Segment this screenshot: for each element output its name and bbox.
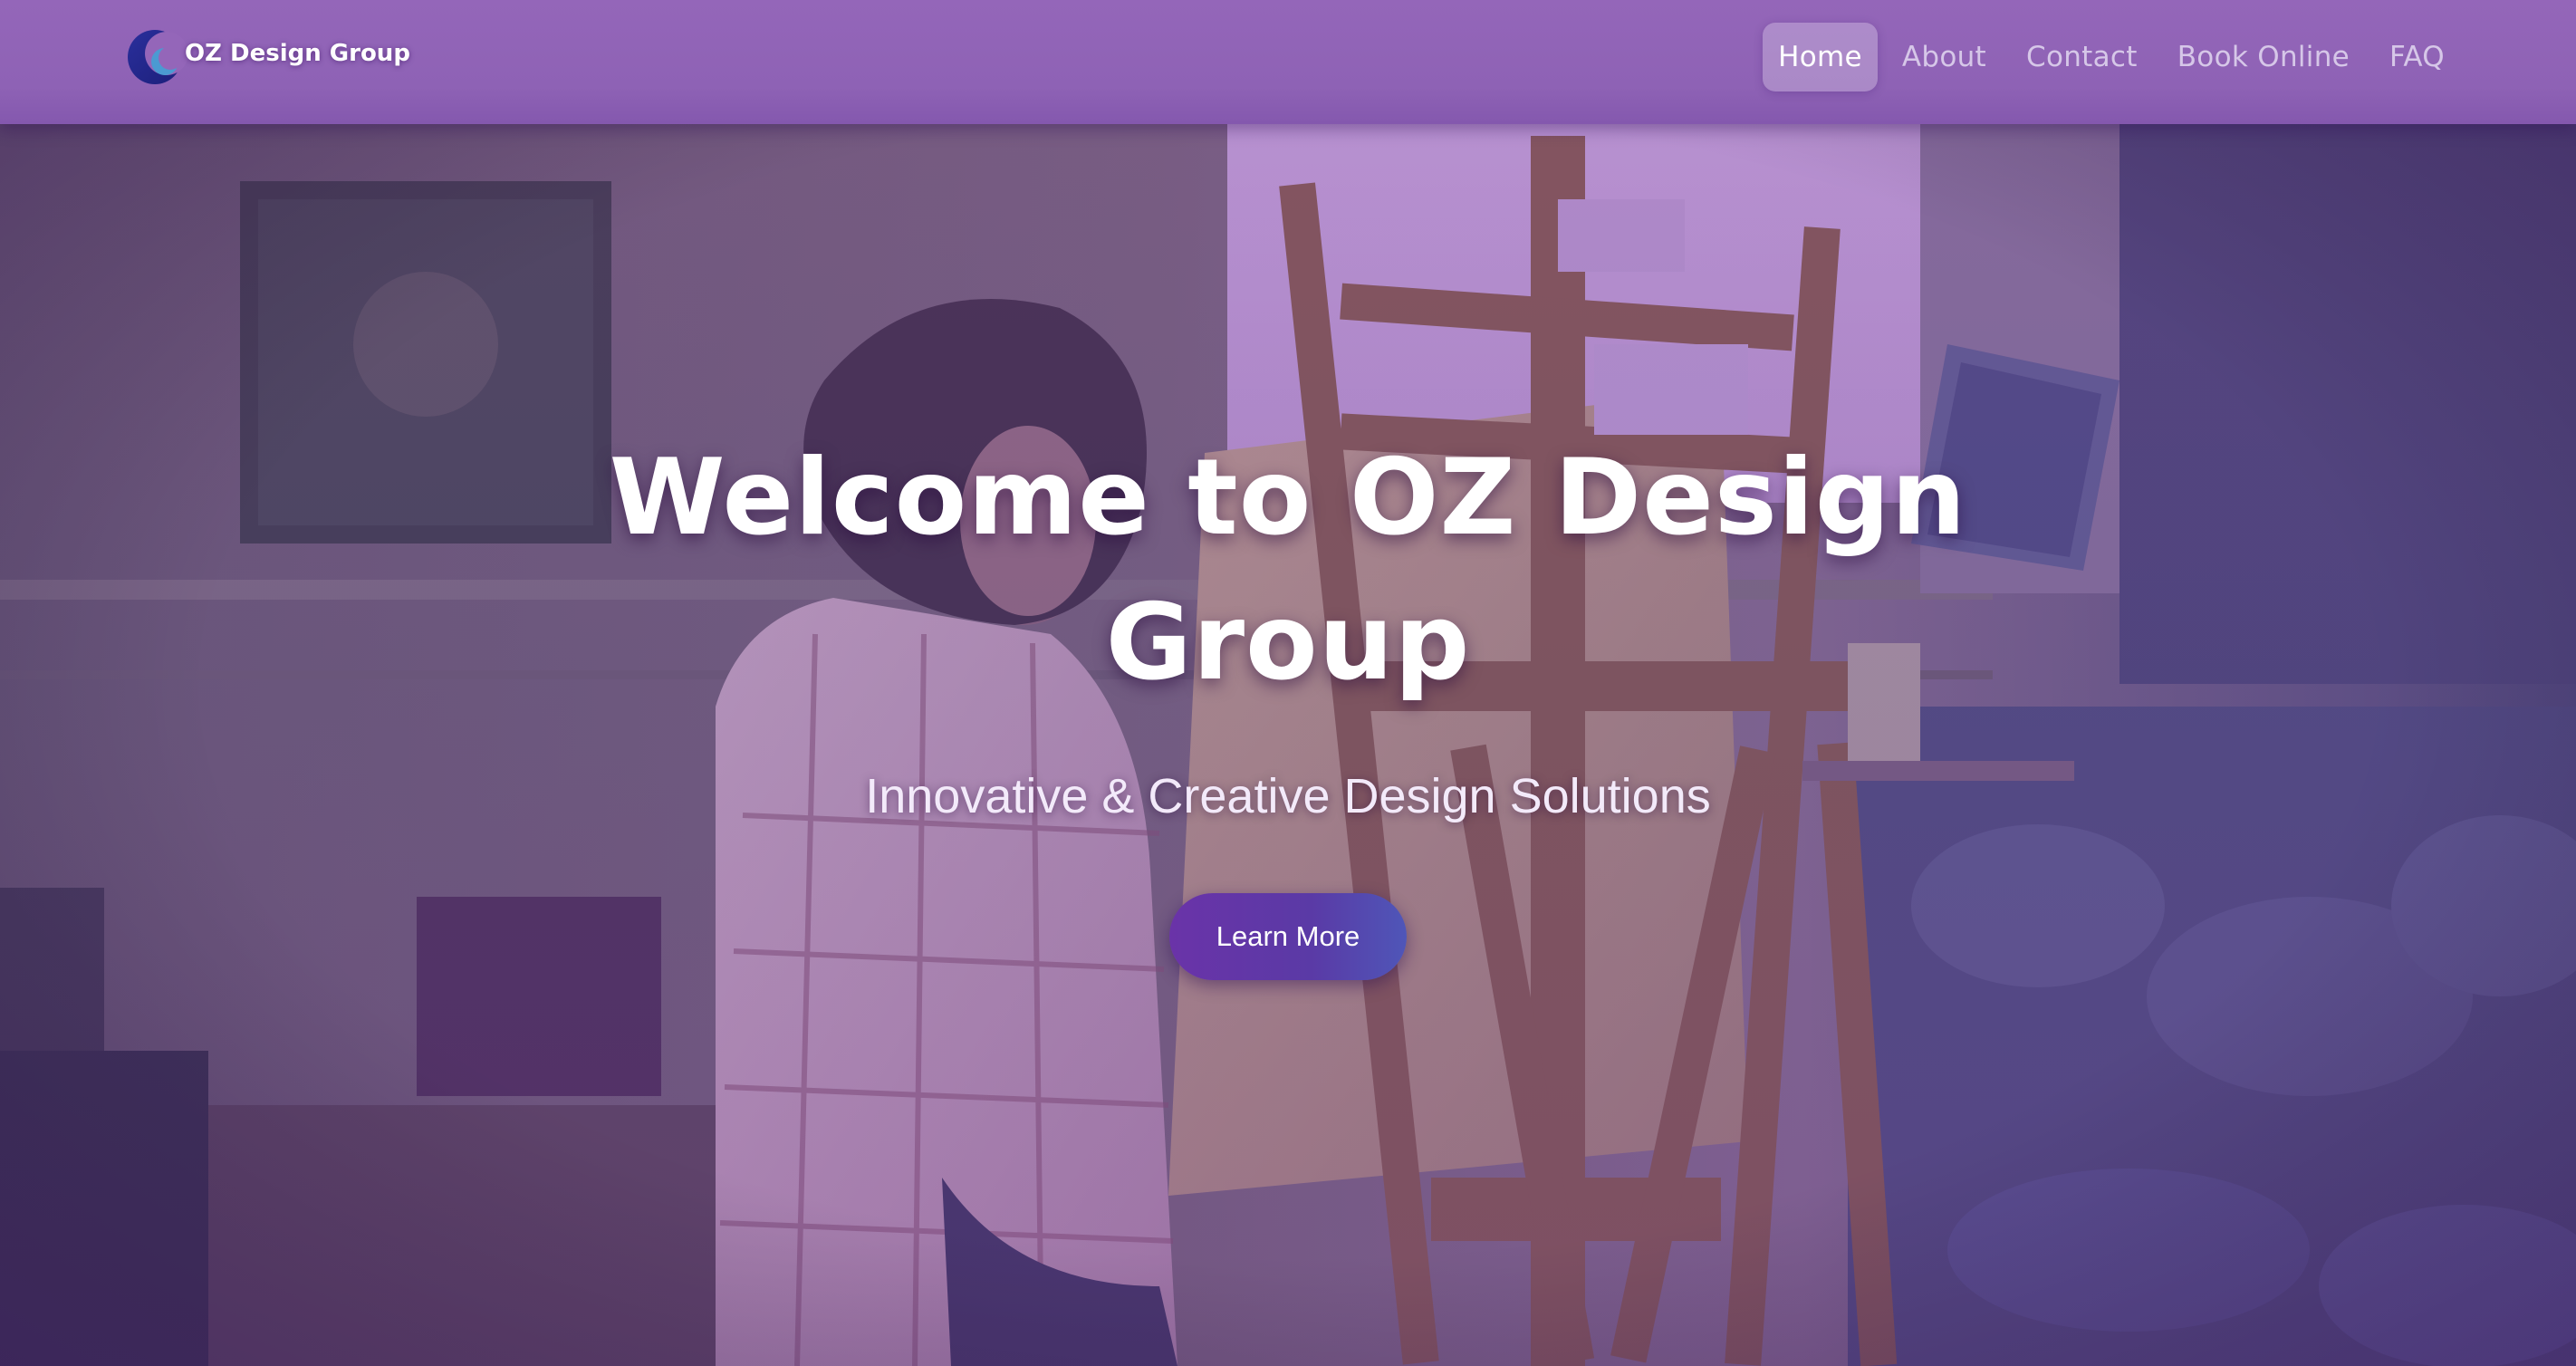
nav-about[interactable]: About (1887, 23, 2002, 91)
learn-more-button[interactable]: Learn More (1169, 893, 1407, 980)
hero-section: Welcome to OZ Design Group Innovative & … (0, 0, 2576, 1366)
nav-home[interactable]: Home (1763, 23, 1878, 91)
hero-headline: Welcome to OZ Design Group (609, 437, 1967, 704)
crescent-moon-logo-icon (128, 30, 188, 84)
site-logo[interactable]: OZ Design Group (125, 25, 410, 89)
nav-faq[interactable]: FAQ (2374, 23, 2460, 91)
logo-text: OZ Design Group (185, 40, 410, 67)
hero-content: Welcome to OZ Design Group Innovative & … (0, 426, 2576, 980)
hero-subtitle: Innovative & Creative Design Solutions (865, 769, 1711, 823)
main-nav: Home About Contact Book Online FAQ (1763, 23, 2460, 91)
site-header: OZ Design Group Home About Contact Book … (0, 0, 2576, 124)
nav-contact[interactable]: Contact (2011, 23, 2153, 91)
nav-book-online[interactable]: Book Online (2162, 23, 2365, 91)
